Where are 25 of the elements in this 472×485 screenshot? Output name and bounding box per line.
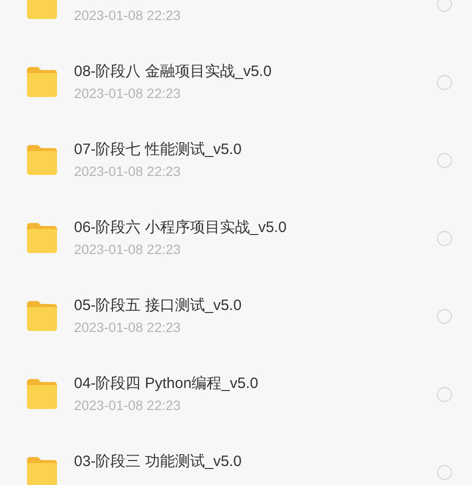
select-radio[interactable] — [437, 0, 452, 12]
select-radio[interactable] — [437, 386, 452, 402]
modified-date: 2023-01-08 22:23 — [74, 84, 182, 102]
folder-name: 04-阶段四 Python编程_v5.0 — [74, 374, 260, 394]
select-radio[interactable] — [437, 74, 452, 90]
select-radio[interactable] — [437, 308, 452, 324]
folder-name: 05-阶段五 接口测试_v5.0 — [74, 296, 243, 316]
folder-name: 08-阶段八 金融项目实战_v5.0 — [74, 62, 273, 82]
modified-date: 2023-01-08 22:23 — [74, 396, 182, 414]
folder-name: 06-阶段六 小程序项目实战_v5.0 — [74, 218, 288, 238]
folder-icon — [25, 457, 59, 485]
folder-icon — [25, 301, 59, 331]
modified-date: 2023-01-08 22:23 — [74, 240, 182, 258]
folder-name: 07-阶段七 性能测试_v5.0 — [74, 140, 243, 160]
folder-icon — [25, 223, 59, 253]
folder-name: 03-阶段三 功能测试_v5.0 — [74, 452, 243, 472]
modified-date: 2023-01-08 22:23 — [74, 162, 182, 180]
folder-icon — [25, 67, 59, 97]
select-radio[interactable] — [437, 464, 452, 480]
select-radio[interactable] — [437, 230, 452, 246]
folder-icon — [25, 145, 59, 175]
select-radio[interactable] — [437, 152, 452, 168]
modified-date: 2023-01-08 22:23 — [74, 318, 182, 336]
modified-date: 2023-01-08 22:23 — [74, 6, 182, 24]
folder-icon — [25, 379, 59, 409]
